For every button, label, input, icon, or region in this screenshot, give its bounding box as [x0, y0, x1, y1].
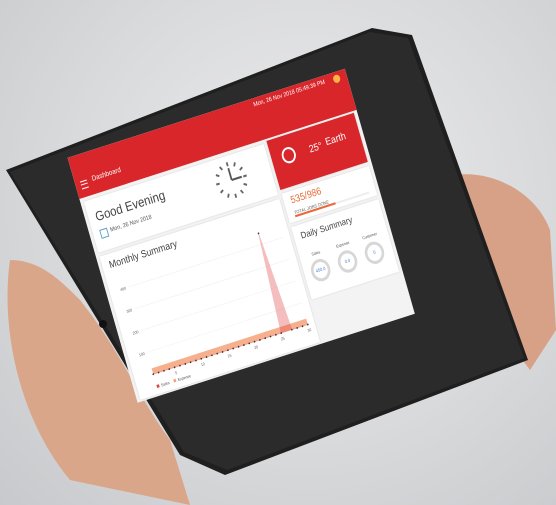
page-title: Dashboard [91, 166, 122, 183]
y-tick-label: 400 [120, 286, 127, 292]
x-tick-label: 20 [254, 345, 259, 350]
tablet-screen: Mon, 26 Nov 2018 05:49:39 PM Dashboard G… [67, 68, 415, 403]
expense-label: Expense [335, 239, 350, 249]
greeting-title: Good Evening [93, 187, 167, 225]
hamburger-menu-icon[interactable] [79, 179, 89, 190]
x-tick-label: 15 [227, 353, 232, 358]
weather-temperature: 25° [307, 140, 324, 156]
legend-sales-label: Sales [161, 381, 171, 388]
daily-summary-title: Daily Summary [299, 214, 354, 241]
x-tick-label: 10 [200, 362, 205, 367]
x-tick-label: 5 [175, 371, 178, 376]
datetime: Mon, 26 Nov 2018 05:49:39 PM [252, 79, 326, 109]
sun-icon [279, 145, 298, 166]
sales-point [257, 232, 260, 235]
x-tick-label: 30 [307, 328, 312, 333]
clock-icon [212, 157, 252, 202]
y-tick-label: 300 [126, 308, 133, 314]
legend-expense-swatch [173, 378, 177, 383]
user-icon[interactable] [332, 73, 342, 84]
x-tick-label: 25 [280, 336, 285, 341]
customer-label: Customer [361, 230, 378, 241]
legend-sales-swatch [156, 384, 160, 388]
legend-expense-label: Expense [177, 374, 191, 382]
y-tick-label: 100 [138, 352, 145, 358]
gridline [128, 237, 284, 288]
sales-label: Sales [310, 249, 321, 257]
calendar-icon [99, 227, 110, 239]
y-tick-label: 200 [132, 330, 139, 336]
weather-place: Earth [324, 130, 348, 149]
